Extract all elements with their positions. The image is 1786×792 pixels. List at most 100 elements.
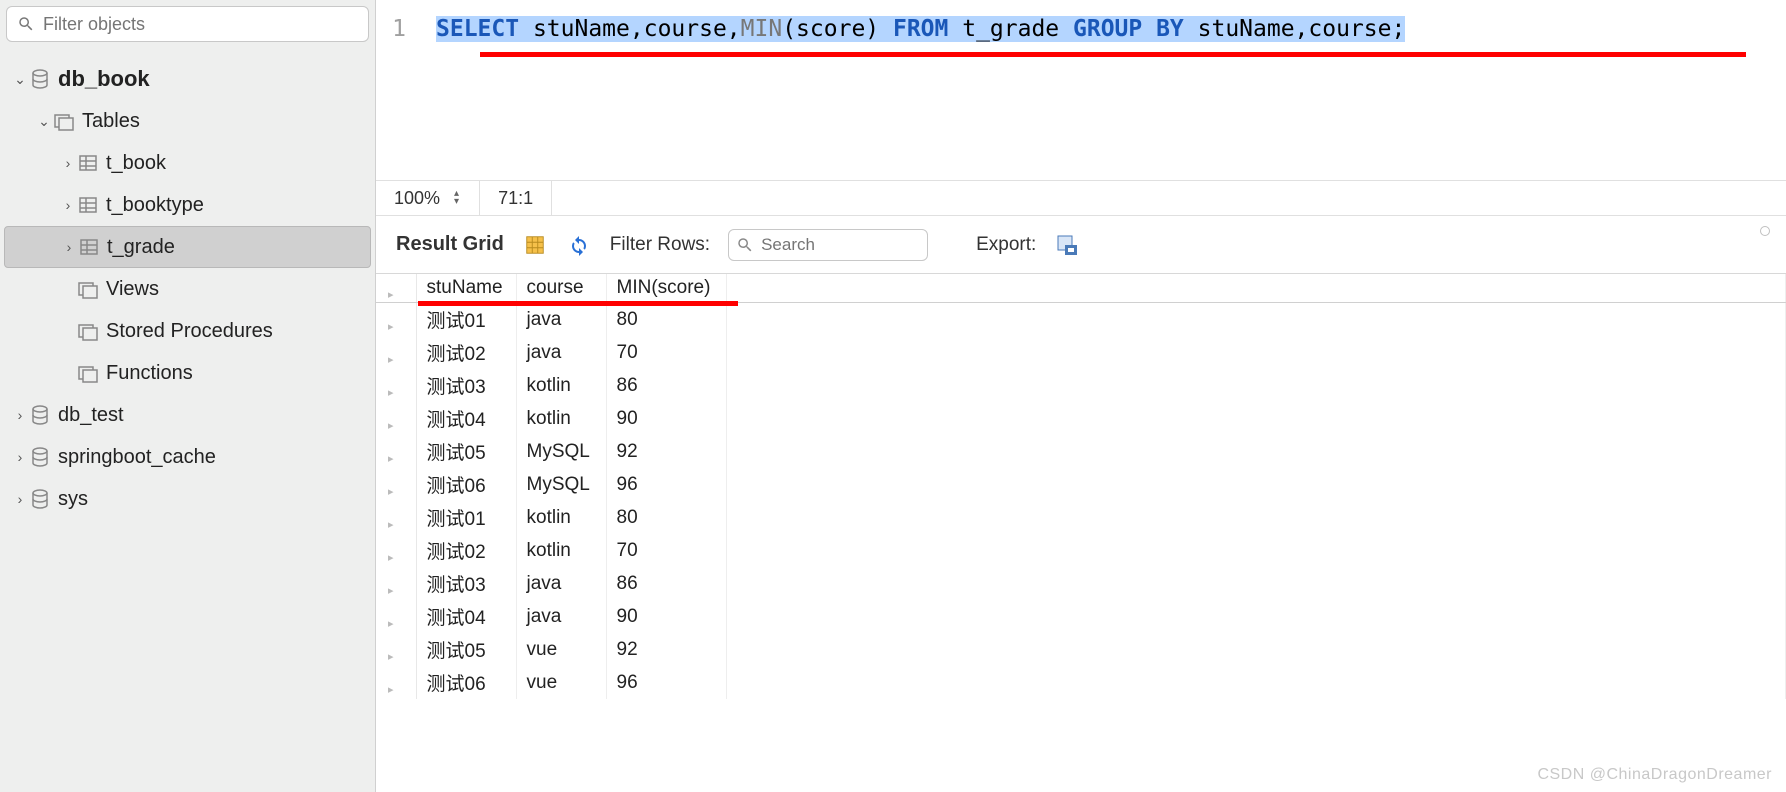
cell[interactable]: 测试01 (416, 501, 516, 534)
cell[interactable]: 测试06 (416, 468, 516, 501)
cell[interactable]: 测试06 (416, 666, 516, 699)
zoom-stepper[interactable]: ▴▾ (454, 190, 459, 206)
expand-arrow-icon[interactable]: › (60, 155, 76, 171)
row-header[interactable] (376, 468, 416, 501)
row-header[interactable] (376, 534, 416, 567)
cell[interactable]: vue (516, 633, 606, 666)
table-row[interactable]: 测试04kotlin90 (376, 402, 1786, 435)
cell[interactable]: 测试04 (416, 600, 516, 633)
filter-objects-input-wrap[interactable] (6, 6, 369, 42)
db-icon (28, 403, 52, 427)
cell[interactable]: 80 (606, 501, 726, 534)
cell[interactable]: 96 (606, 666, 726, 699)
row-header[interactable] (376, 369, 416, 402)
tree-item-t_book[interactable]: ›t_book (4, 142, 371, 184)
cell[interactable]: kotlin (516, 501, 606, 534)
cell[interactable]: 测试05 (416, 633, 516, 666)
cell[interactable]: 96 (606, 468, 726, 501)
expand-arrow-icon[interactable]: › (12, 449, 28, 465)
row-header[interactable] (376, 633, 416, 666)
cell[interactable]: MySQL (516, 468, 606, 501)
row-header[interactable] (376, 567, 416, 600)
column-header[interactable]: course (516, 274, 606, 303)
table-row[interactable]: 测试05vue92 (376, 633, 1786, 666)
cell[interactable]: 92 (606, 633, 726, 666)
row-header[interactable] (376, 666, 416, 699)
cell[interactable]: 测试04 (416, 402, 516, 435)
tree-item-db_book[interactable]: ⌄db_book (4, 58, 371, 100)
expand-arrow-icon[interactable]: ⌄ (12, 71, 28, 88)
row-header[interactable] (376, 402, 416, 435)
tree-item-db_test[interactable]: ›db_test (4, 394, 371, 436)
cell[interactable]: 测试03 (416, 567, 516, 600)
expand-arrow-icon[interactable]: › (12, 407, 28, 423)
filter-rows-label: Filter Rows: (610, 234, 710, 256)
cell[interactable]: 86 (606, 567, 726, 600)
close-icon[interactable] (1760, 226, 1770, 236)
table-row[interactable]: 测试05MySQL92 (376, 435, 1786, 468)
table-row[interactable]: 测试01java80 (376, 303, 1786, 337)
expand-arrow-icon[interactable]: › (12, 491, 28, 507)
tree-item-label: sys (58, 488, 88, 511)
filter-rows-input[interactable] (728, 229, 928, 261)
tree-item-stored-procedures[interactable]: Stored Procedures (4, 310, 371, 352)
filter-objects-input[interactable] (43, 14, 358, 35)
table-row[interactable]: 测试02kotlin70 (376, 534, 1786, 567)
table-row[interactable]: 测试02java70 (376, 336, 1786, 369)
cell[interactable]: MySQL (516, 435, 606, 468)
cell[interactable]: 测试01 (416, 303, 516, 337)
row-header[interactable] (376, 435, 416, 468)
cell[interactable]: 70 (606, 534, 726, 567)
cell[interactable]: java (516, 303, 606, 337)
column-header[interactable]: MIN(score) (606, 274, 726, 303)
search-icon (17, 15, 35, 33)
cell[interactable]: 测试03 (416, 369, 516, 402)
row-header[interactable] (376, 303, 416, 337)
zoom-level: 100% (376, 188, 454, 209)
tree-item-t_booktype[interactable]: ›t_booktype (4, 184, 371, 226)
cell[interactable]: java (516, 600, 606, 633)
sql-editor[interactable]: 1 SELECT stuName,course,MIN(score) FROM … (376, 0, 1786, 180)
cell[interactable]: 90 (606, 402, 726, 435)
cell[interactable]: kotlin (516, 534, 606, 567)
cell[interactable]: 90 (606, 600, 726, 633)
cell[interactable]: java (516, 567, 606, 600)
cell[interactable]: 测试05 (416, 435, 516, 468)
tree-item-functions[interactable]: Functions (4, 352, 371, 394)
row-header[interactable] (376, 336, 416, 369)
refresh-icon[interactable] (566, 232, 592, 258)
expand-arrow-icon[interactable]: › (61, 239, 77, 255)
cell[interactable]: 测试02 (416, 534, 516, 567)
cell[interactable]: 80 (606, 303, 726, 337)
cell[interactable]: vue (516, 666, 606, 699)
table-row[interactable]: 测试06MySQL96 (376, 468, 1786, 501)
cell[interactable]: 测试02 (416, 336, 516, 369)
sql-code[interactable]: SELECT stuName,course,MIN(score) FROM t_… (436, 16, 1405, 42)
tree-item-sys[interactable]: › sys (4, 478, 371, 520)
cell[interactable]: kotlin (516, 402, 606, 435)
row-header[interactable] (376, 501, 416, 534)
expand-arrow-icon[interactable]: ⌄ (36, 113, 52, 130)
tree-item-springboot_cache[interactable]: ›springboot_cache (4, 436, 371, 478)
cell[interactable]: 92 (606, 435, 726, 468)
table-row[interactable]: 测试06vue96 (376, 666, 1786, 699)
row-header[interactable] (376, 600, 416, 633)
cell[interactable]: java (516, 336, 606, 369)
cell[interactable]: 86 (606, 369, 726, 402)
table-row[interactable]: 测试01kotlin80 (376, 501, 1786, 534)
table-row[interactable]: 测试03kotlin86 (376, 369, 1786, 402)
export-icon[interactable] (1054, 232, 1080, 258)
table-icon (76, 193, 100, 217)
column-header[interactable]: stuName (416, 274, 516, 303)
tree-item-tables[interactable]: ⌄Tables (4, 100, 371, 142)
table-row[interactable]: 测试03java86 (376, 567, 1786, 600)
expand-arrow-icon[interactable]: › (60, 197, 76, 213)
grid-view-icon[interactable] (522, 232, 548, 258)
cell[interactable]: kotlin (516, 369, 606, 402)
cell[interactable]: 70 (606, 336, 726, 369)
search-container (0, 0, 375, 48)
table-row[interactable]: 测试04java90 (376, 600, 1786, 633)
tree-item-views[interactable]: Views (4, 268, 371, 310)
tree-item-t_grade[interactable]: ›t_grade (4, 226, 371, 268)
result-grid[interactable]: stuNamecourseMIN(score) 测试01java80测试02ja… (376, 274, 1786, 699)
